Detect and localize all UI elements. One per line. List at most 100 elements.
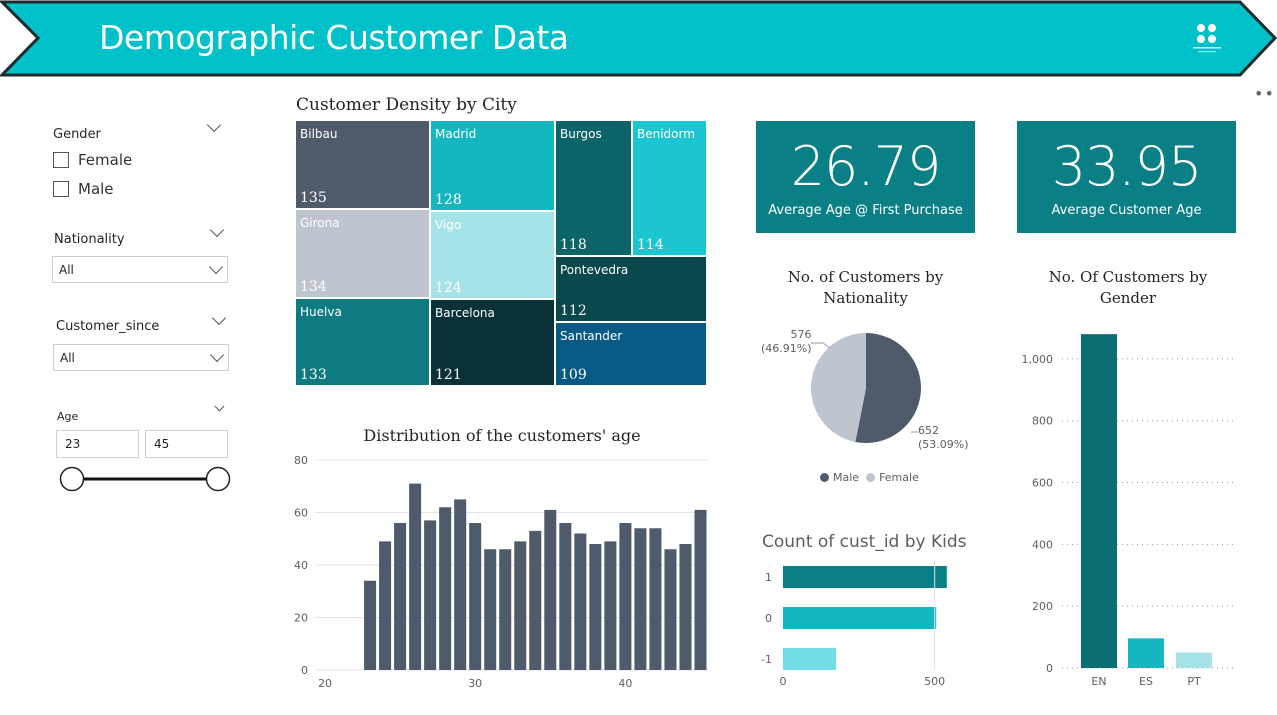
age-bar xyxy=(694,509,707,670)
pie-label-male-value: 652 xyxy=(918,424,939,437)
treemap-cell-value: 109 xyxy=(560,367,587,383)
y-tick-label: 1,000 xyxy=(1022,353,1054,366)
treemap-cell-value: 114 xyxy=(637,237,664,253)
x-tick-label: 30 xyxy=(468,677,482,690)
treemap-cell-barcelona[interactable]: Barcelona 121 xyxy=(430,299,555,386)
age-slider-min-handle[interactable] xyxy=(59,466,85,492)
kids-category-label: 1 xyxy=(765,571,772,584)
age-slider-max-handle[interactable] xyxy=(205,466,231,492)
female-checkbox[interactable] xyxy=(53,152,69,168)
customer-since-slicer-title: Customer_since xyxy=(56,319,160,334)
treemap-cell-value: 118 xyxy=(560,237,587,253)
pie-label-male-pct: (53.09%) xyxy=(918,438,969,451)
age-bar xyxy=(439,507,452,670)
age-bar xyxy=(589,544,602,670)
kpi-value: 26.79 xyxy=(790,135,942,198)
age-bar xyxy=(679,544,692,670)
gender-chart-title-line2: Gender xyxy=(1099,289,1157,307)
pie-label-female: 576 (46.91%) xyxy=(761,328,812,356)
x-tick-label: 500 xyxy=(924,675,945,688)
more-options-icon[interactable]: ••• xyxy=(1254,84,1277,103)
gender-bar xyxy=(1176,652,1212,668)
treemap-cell-label: Burgos xyxy=(560,127,602,141)
age-bar xyxy=(529,530,542,670)
male-option-label: Male xyxy=(78,180,114,198)
treemap-cell-huelva[interactable]: Huelva 133 xyxy=(295,298,430,386)
y-tick-label: 0 xyxy=(301,664,308,677)
age-bar xyxy=(454,499,467,670)
legend-male-label[interactable]: Male xyxy=(833,471,859,484)
age-bar xyxy=(664,549,677,670)
treemap-cell-santander[interactable]: Santander 109 xyxy=(555,322,707,386)
gender-bar xyxy=(1128,638,1164,668)
treemap-cell-label: Madrid xyxy=(435,127,477,141)
treemap-cell-value: 128 xyxy=(435,192,462,208)
treemap-cell-bilbau[interactable]: Bilbau 135 xyxy=(295,120,430,209)
treemap-cell-value: 121 xyxy=(435,367,462,383)
gender-option-male[interactable]: Male xyxy=(53,180,114,198)
page-title: Demographic Customer Data xyxy=(99,18,569,57)
kids-bar xyxy=(783,566,947,588)
kids-bar xyxy=(783,648,837,670)
brand-logo-icon xyxy=(1193,24,1221,53)
treemap-cell-madrid[interactable]: Madrid 128 xyxy=(430,120,555,211)
x-tick-label: ES xyxy=(1139,675,1153,688)
age-bar xyxy=(619,523,632,670)
treemap-cell-girona[interactable]: Girona 134 xyxy=(295,209,430,298)
legend-female-label[interactable]: Female xyxy=(879,471,919,484)
kids-bar-chart: 1 0 -1 0 500 xyxy=(761,560,947,688)
age-bar xyxy=(469,523,482,670)
age-slicer-title: Age xyxy=(57,410,79,423)
treemap-cell-label: Benidorm xyxy=(637,127,695,141)
gender-slicer-chevron-icon[interactable] xyxy=(206,117,222,133)
nationality-slicer-title: Nationality xyxy=(54,232,125,247)
treemap-cell-value: 112 xyxy=(560,303,587,319)
gender-chart-title: No. Of Customers by Gender xyxy=(1017,267,1239,309)
age-bar xyxy=(649,528,662,670)
treemap-cell-vigo[interactable]: Vigo 124 xyxy=(430,211,555,299)
female-option-label: Female xyxy=(78,151,133,169)
age-max-input[interactable]: 45 xyxy=(145,430,228,458)
y-tick-label: 0 xyxy=(1046,662,1053,675)
kpi-card-first-purchase-age: 26.79 Average Age @ First Purchase xyxy=(756,121,975,233)
treemap-cell-pontevedra[interactable]: Pontevedra 112 xyxy=(555,256,707,322)
x-tick-label: 40 xyxy=(618,677,632,690)
legend-male-swatch xyxy=(820,473,829,482)
customer-since-slicer-chevron-icon[interactable] xyxy=(211,310,227,326)
age-bar xyxy=(634,528,647,670)
pie-label-female-value: 576 xyxy=(790,328,812,341)
treemap-cell-value: 124 xyxy=(435,280,462,296)
gender-slicer-title: Gender xyxy=(53,127,101,142)
treemap-cell-label: Girona xyxy=(300,216,340,230)
pie-label-male: 652 (53.09%) xyxy=(918,424,969,452)
age-bar xyxy=(424,520,437,670)
nationality-dropdown[interactable]: All xyxy=(52,256,228,283)
age-range-slider[interactable] xyxy=(56,464,236,494)
gender-chart-title-line1: No. Of Customers by xyxy=(1048,268,1208,286)
treemap-cell-label: Pontevedra xyxy=(560,263,629,277)
kids-bar xyxy=(783,607,937,629)
age-bar xyxy=(574,533,587,670)
age-slicer-chevron-icon[interactable] xyxy=(214,401,225,412)
pie-leader-line xyxy=(811,342,831,349)
age-bar xyxy=(604,541,617,670)
age-bar xyxy=(544,509,557,670)
customer-since-dropdown[interactable]: All xyxy=(53,344,229,371)
male-checkbox[interactable] xyxy=(53,181,69,197)
y-tick-label: 60 xyxy=(294,507,308,520)
age-distribution-title: Distribution of the customers' age xyxy=(363,426,641,445)
nationality-pie-title-line2: Nationality xyxy=(823,289,908,307)
age-distribution-chart: 0 20 40 60 80 20 30 40 xyxy=(294,454,708,690)
age-bar xyxy=(484,549,497,670)
gender-option-female[interactable]: Female xyxy=(53,151,132,169)
treemap-cell-benidorm[interactable]: Benidorm 114 xyxy=(632,120,707,256)
age-min-input[interactable]: 23 xyxy=(56,430,139,458)
pie-label-female-pct: (46.91%) xyxy=(761,342,812,355)
city-treemap: Bilbau 135 Girona 134 Huelva 133 Madrid … xyxy=(295,120,707,386)
age-bar xyxy=(364,580,377,670)
x-tick-label: EN xyxy=(1091,675,1106,688)
kids-category-label: -1 xyxy=(761,653,772,666)
treemap-cell-burgos[interactable]: Burgos 118 xyxy=(555,120,632,256)
nationality-slicer-chevron-icon[interactable] xyxy=(209,222,225,238)
age-bar xyxy=(379,541,392,670)
